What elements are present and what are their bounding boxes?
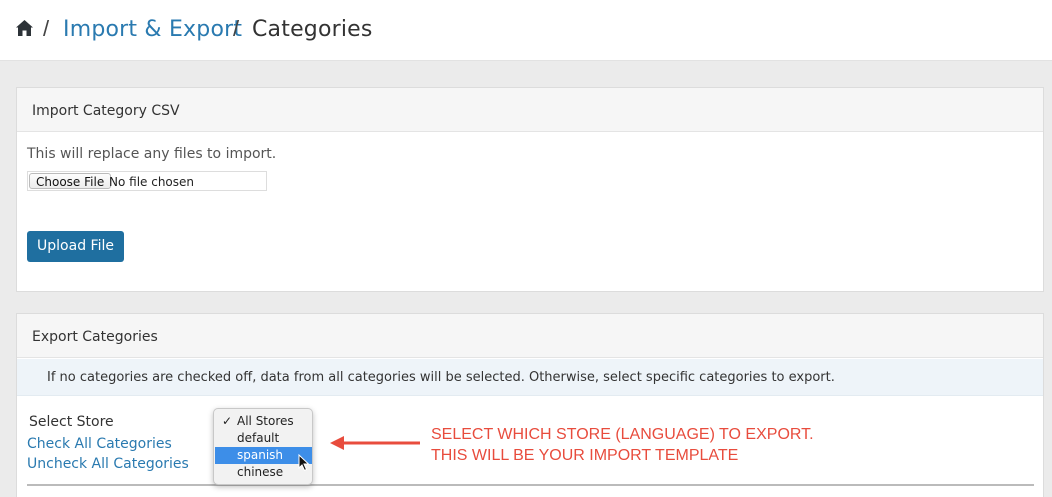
annotation-arrow-icon bbox=[330, 436, 420, 450]
breadcrumb-link-import-export[interactable]: Import & Export bbox=[63, 17, 242, 42]
breadcrumb-current-page: Categories bbox=[252, 17, 373, 42]
store-select-dropdown[interactable]: ✓ All Stores default spanish chinese bbox=[213, 408, 313, 485]
store-option-label: default bbox=[237, 431, 280, 445]
export-panel-title: Export Categories bbox=[17, 314, 1043, 358]
uncheck-all-categories-link[interactable]: Uncheck All Categories bbox=[27, 456, 189, 472]
store-option-default[interactable]: default bbox=[215, 430, 312, 447]
store-option-label: chinese bbox=[237, 465, 284, 479]
file-input[interactable]: Choose File No file chosen bbox=[27, 171, 267, 191]
store-option-label: spanish bbox=[237, 448, 284, 462]
export-info-text: If no categories are checked off, data f… bbox=[47, 370, 835, 385]
store-option-all-stores[interactable]: ✓ All Stores bbox=[215, 413, 312, 430]
store-option-label: All Stores bbox=[237, 414, 294, 428]
export-categories-panel: Export Categories If no categories are c… bbox=[16, 313, 1044, 497]
file-status-text: No file chosen bbox=[109, 175, 195, 189]
annotation-text-line-2: THIS WILL BE YOUR IMPORT TEMPLATE bbox=[431, 447, 739, 464]
breadcrumb-bar: / Import & Export / Categories bbox=[0, 0, 1052, 61]
choose-file-button[interactable]: Choose File bbox=[29, 173, 112, 189]
annotation-text-line-1: SELECT WHICH STORE (LANGUAGE) TO EXPORT. bbox=[431, 426, 814, 443]
breadcrumb-separator: / bbox=[43, 16, 50, 41]
home-icon[interactable] bbox=[15, 19, 34, 37]
export-info-alert: If no categories are checked off, data f… bbox=[17, 359, 1043, 396]
import-panel-title: Import Category CSV bbox=[17, 88, 1043, 132]
divider bbox=[27, 484, 1034, 486]
select-store-label: Select Store bbox=[29, 414, 114, 430]
import-category-panel: Import Category CSV This will replace an… bbox=[16, 87, 1044, 292]
import-description: This will replace any files to import. bbox=[27, 146, 277, 162]
breadcrumb-separator: / bbox=[233, 16, 240, 41]
check-all-categories-link[interactable]: Check All Categories bbox=[27, 436, 172, 452]
mouse-pointer-icon bbox=[298, 454, 310, 472]
checkmark-icon: ✓ bbox=[222, 414, 233, 428]
upload-file-button[interactable]: Upload File bbox=[27, 231, 124, 262]
